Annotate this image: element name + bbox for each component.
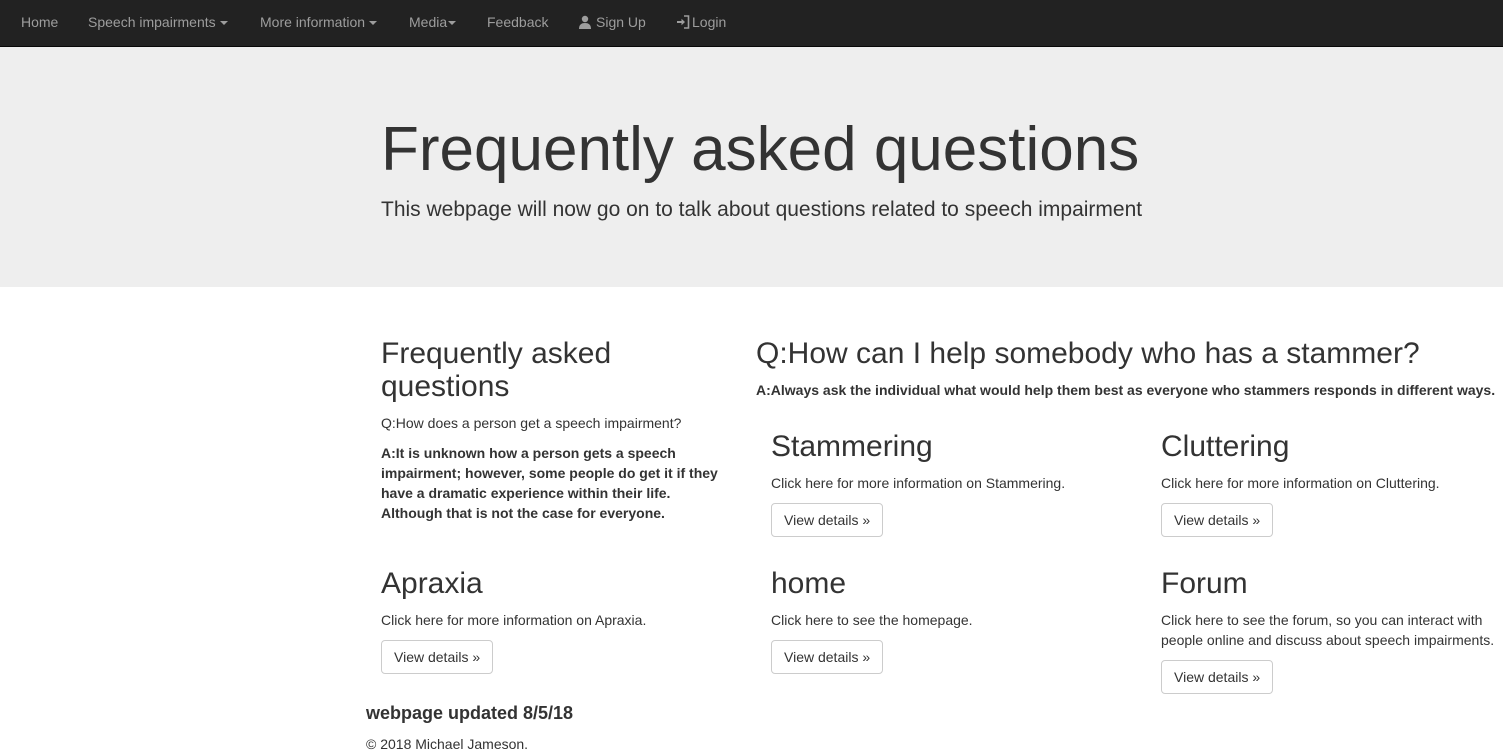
nav-feedback[interactable]: Feedback [487,0,548,46]
nav-sign-up-label: Sign Up [596,14,646,30]
caret-down-icon [448,21,457,26]
caret-down-icon [369,21,378,26]
caret-down-icon [219,21,228,26]
page-lead: This webpage will now go on to talk abou… [381,198,1143,221]
faq-left-answer: A:It is unknown how a person gets a spee… [381,445,718,521]
apraxia-text: Click here for more information on Aprax… [381,612,647,628]
cluttering-title: Cluttering [1161,430,1290,463]
nav-more-information-label: More information [260,14,366,30]
jumbotron: Frequently asked questions This webpage … [0,47,1503,287]
nav-media-label: Media [409,14,448,30]
apraxia-view-details-button[interactable]: View details » [381,640,494,674]
faq-left-question: Q:How does a person get a speech impairm… [381,415,682,431]
nav-media-dropdown[interactable]: Media [409,0,457,46]
forum-view-details-button[interactable]: View details » [1161,660,1274,694]
nav-feedback-label: Feedback [487,14,549,30]
stammering-view-details-button[interactable]: View details » [771,503,884,537]
nav-home[interactable]: Home [21,0,58,46]
home-view-details-button[interactable]: View details » [771,640,884,674]
cluttering-text: Click here for more information on Clutt… [1161,475,1440,491]
forum-title: Forum [1161,567,1248,600]
nav-login[interactable]: Login [676,0,726,46]
home-text: Click here to see the homepage. [771,612,973,628]
footer-copyright: © 2018 Michael Jameson. [366,736,529,752]
nav-speech-impairments-label: Speech impairments [88,14,216,30]
navbar: Home Speech impairments More information… [0,0,1503,47]
stammering-text: Click here for more information on Stamm… [771,475,1066,491]
login-icon [677,15,690,29]
cluttering-view-details-button[interactable]: View details » [1161,503,1274,537]
forum-text: Click here to see the forum, so you can … [1161,612,1495,648]
faq-right-heading: Q:How can I help somebody who has a stam… [756,337,1420,370]
nav-sign-up[interactable]: Sign Up [578,0,646,46]
page-title: Frequently asked questions [381,115,1140,184]
home-title: home [771,567,847,600]
nav-home-label: Home [21,14,59,30]
user-icon [579,15,591,29]
stammering-title: Stammering [771,430,933,463]
nav-login-label: Login [692,14,727,30]
apraxia-title: Apraxia [381,567,483,600]
nav-speech-impairments-dropdown[interactable]: Speech impairments [88,0,228,46]
footer-updated: webpage updated 8/5/18 [366,703,574,723]
faq-right-answer: A:Always ask the individual what would h… [756,382,1496,398]
faq-left-heading: Frequently asked questions [381,337,612,403]
nav-more-information-dropdown[interactable]: More information [260,0,378,46]
